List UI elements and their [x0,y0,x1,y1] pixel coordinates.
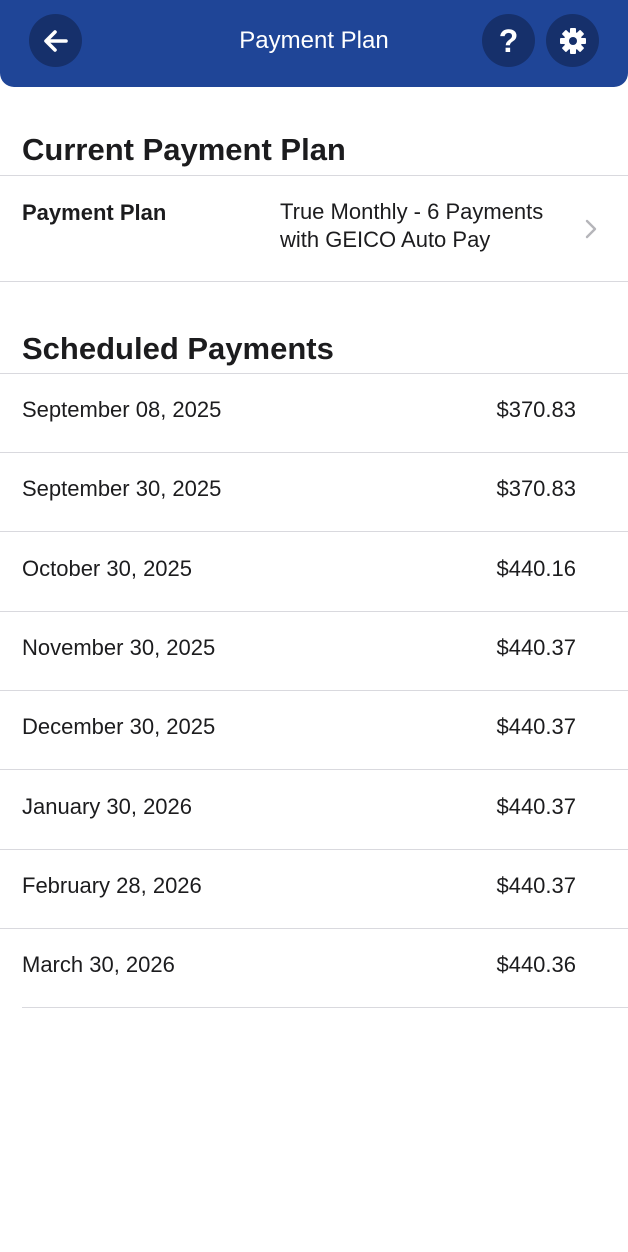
payment-row: November 30, 2025 $440.37 [0,612,628,691]
settings-button[interactable] [546,14,599,67]
payment-date: February 28, 2026 [22,873,202,898]
payment-date: September 08, 2025 [22,397,222,422]
gear-icon [559,27,586,54]
payment-row: October 30, 2025 $440.16 [0,533,628,612]
divider [0,531,628,532]
current-plan-heading: Current Payment Plan [22,132,346,167]
payment-amount: $440.37 [496,635,576,660]
payment-row: February 28, 2026 $440.37 [0,850,628,929]
payment-plan-value-line1: True Monthly - 6 Payments [280,199,544,224]
payment-date: March 30, 2026 [22,952,175,977]
payment-amount: $370.83 [496,397,576,422]
payment-date: January 30, 2026 [22,794,193,819]
payment-row: September 08, 2025 $370.83 [0,374,628,453]
payment-row: March 30, 2026 $440.36 [0,929,628,1008]
payment-plan-value-line2: with GEICO Auto Pay [280,227,491,252]
payment-amount: $440.37 [496,873,576,898]
payment-amount: $370.83 [496,476,576,501]
payment-amount: $440.16 [496,556,576,581]
scheduled-payments-heading: Scheduled Payments [22,331,334,366]
payment-date: September 30, 2025 [22,476,222,501]
chevron-right-icon [585,219,597,239]
help-button[interactable]: ? [482,14,535,67]
payment-plan-row[interactable]: Payment Plan True Monthly - 6 Payments w… [0,176,628,282]
question-mark-icon: ? [498,22,519,59]
payment-row: December 30, 2025 $440.37 [0,691,628,770]
payment-date: October 30, 2025 [22,556,193,581]
payment-amount: $440.37 [496,794,576,819]
payment-date: December 30, 2025 [22,714,216,739]
payment-amount: $440.37 [496,714,576,739]
payment-row: January 30, 2026 $440.37 [0,771,628,850]
payment-amount: $440.36 [496,952,576,977]
app-header: Payment Plan ? [0,0,628,87]
divider [22,1007,628,1008]
payment-plan-label: Payment Plan [22,200,167,225]
payment-plan-value: True Monthly - 6 Payments with GEICO Aut… [280,198,580,254]
payment-date: November 30, 2025 [22,635,216,660]
divider [0,281,628,282]
divider [0,769,628,770]
payment-row: September 30, 2025 $370.83 [0,453,628,532]
